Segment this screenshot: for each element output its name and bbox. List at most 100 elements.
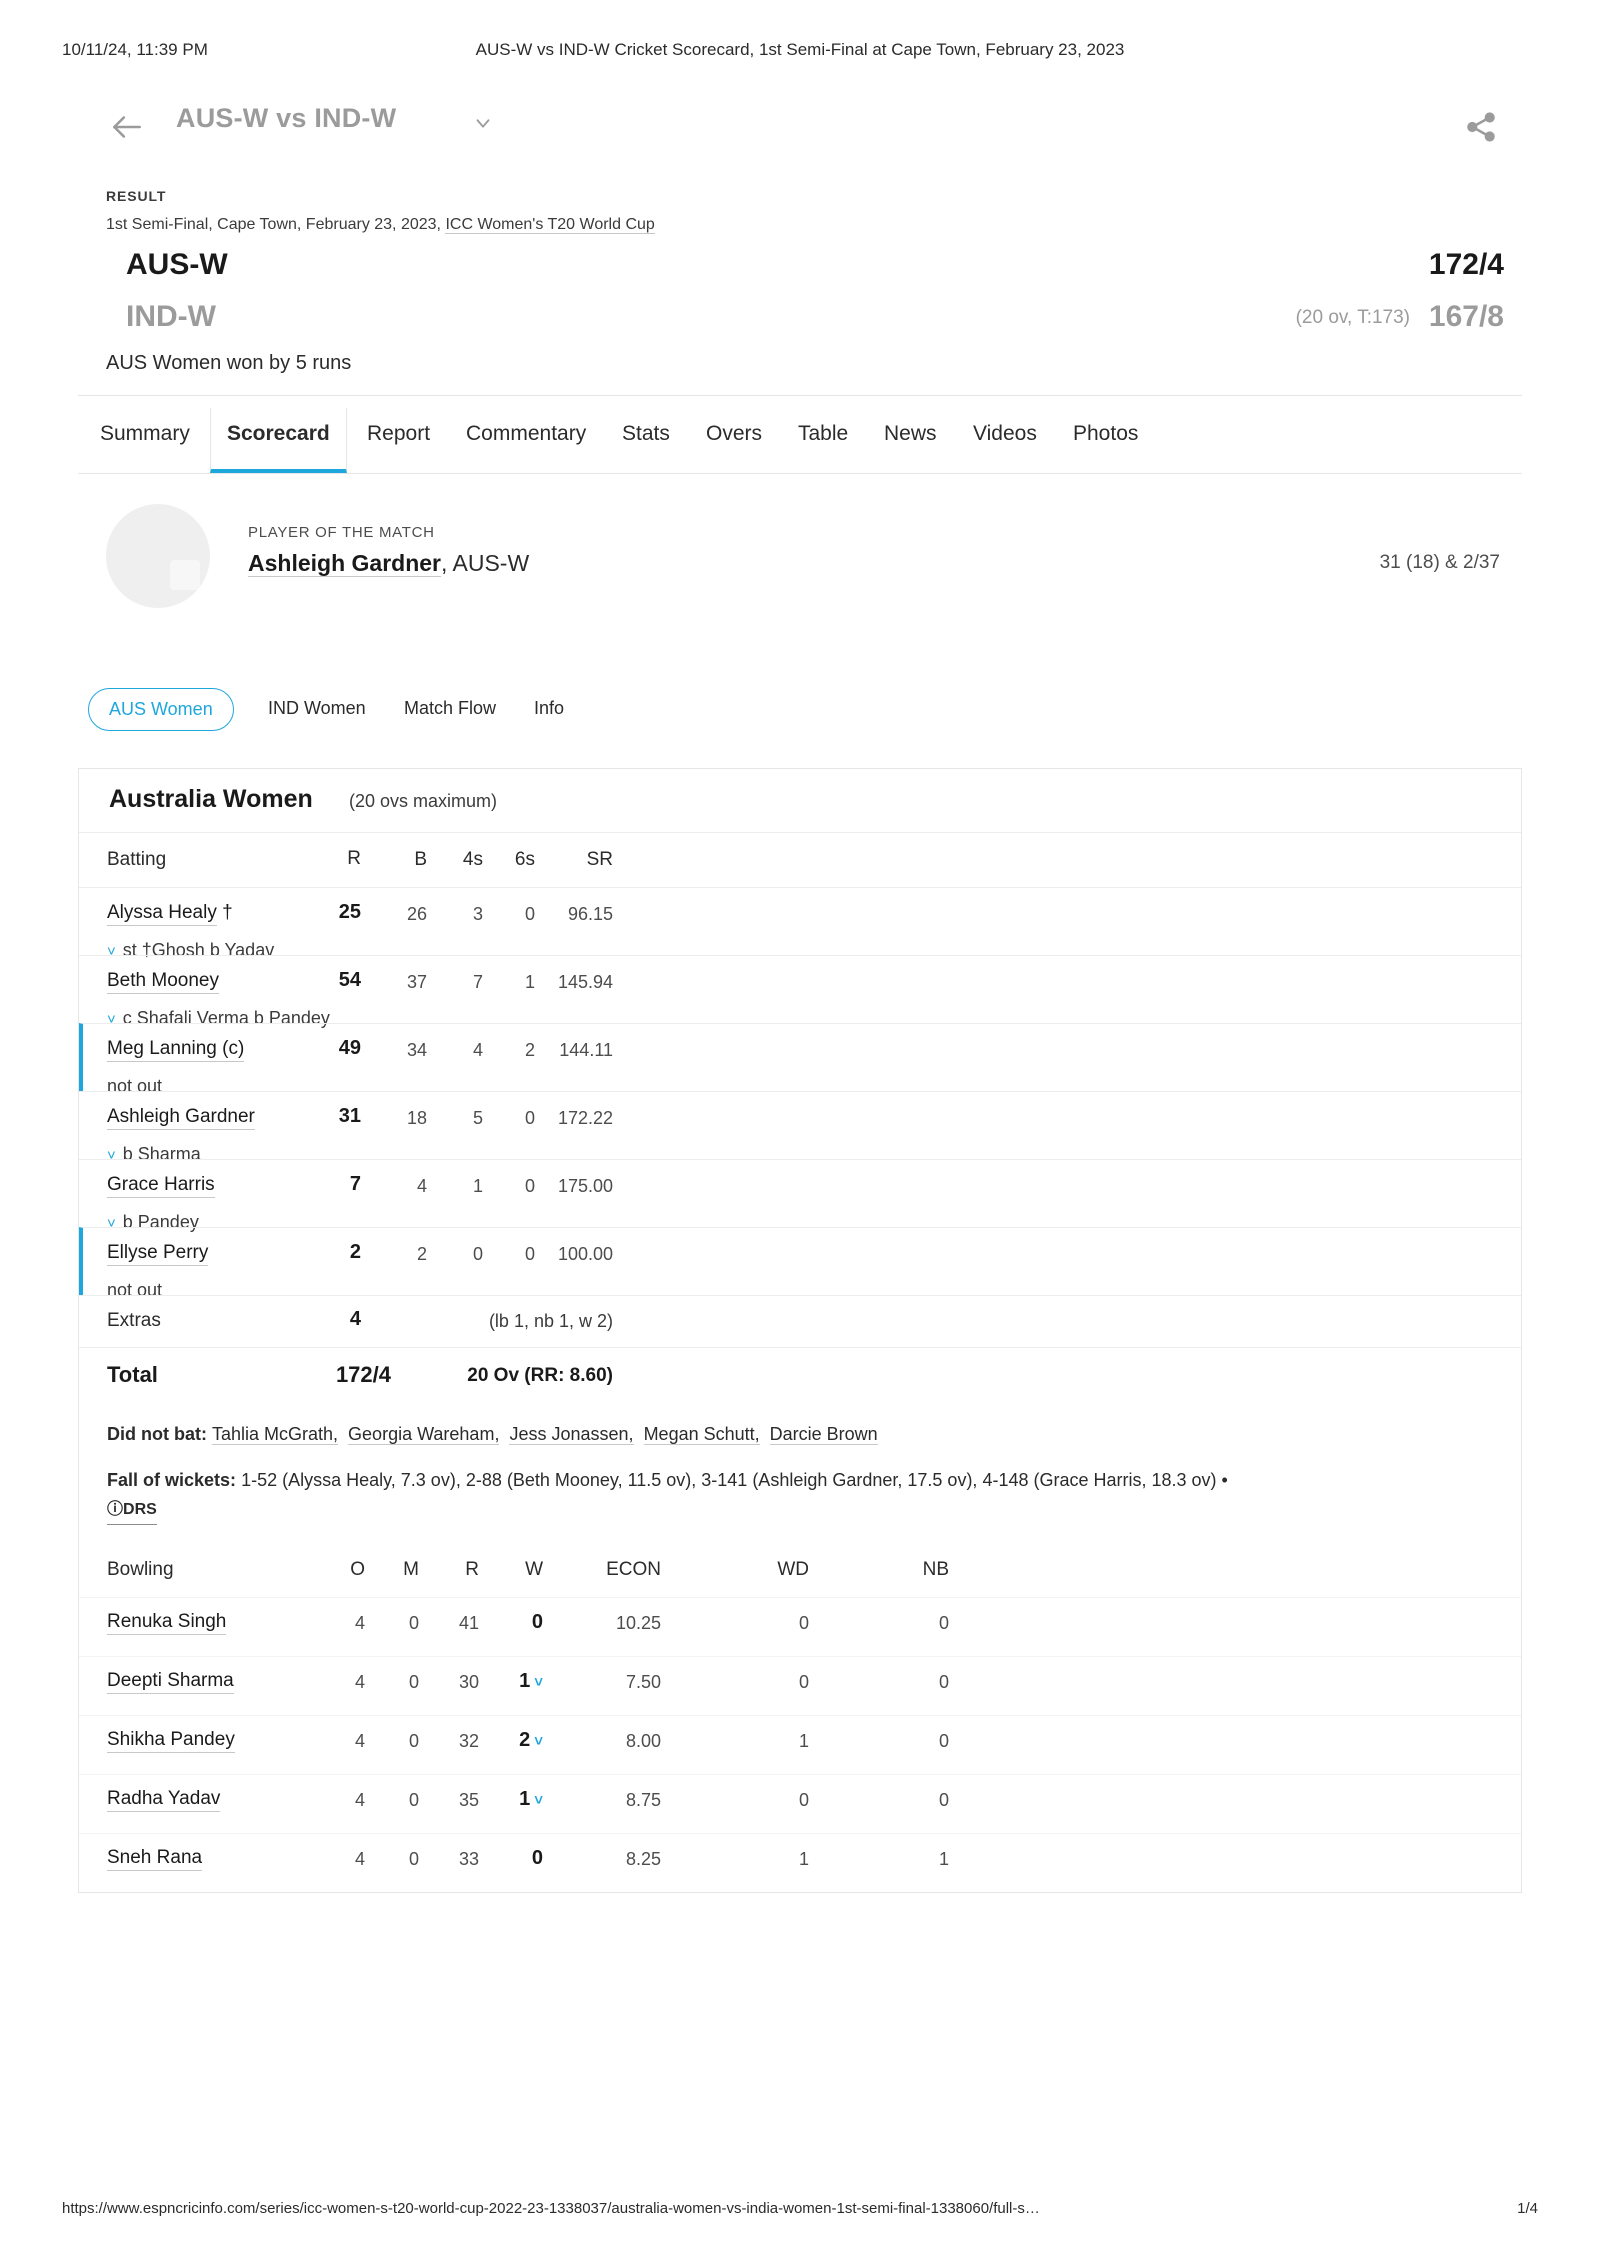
navbar: AUS-W vs IND-W [78, 96, 1522, 158]
batter-sixes: 0 [524, 1244, 535, 1264]
tab-stats[interactable]: Stats [606, 408, 686, 473]
chevron-down-icon[interactable] [472, 112, 494, 134]
batter-runs: 49 [338, 1037, 361, 1059]
innings-team-name: Australia Women [109, 785, 313, 813]
chevron-down-icon[interactable]: ˅ [534, 1674, 543, 1691]
drs-badge[interactable]: ⓘDRS [107, 1498, 157, 1525]
bowler-name[interactable]: Deepti Sharma [107, 1669, 234, 1694]
bowler-runs: 30 [458, 1671, 479, 1692]
batter-sixes: 0 [524, 1108, 535, 1128]
back-arrow-icon[interactable] [108, 108, 146, 146]
bowler-overs: 4 [354, 1848, 365, 1869]
batter-fours: 4 [472, 1040, 483, 1060]
print-page-title: AUS-W vs IND-W Cricket Scorecard, 1st Se… [475, 40, 1125, 59]
batter-balls: 37 [406, 972, 427, 992]
innings-pill-match-flow[interactable]: Match Flow [400, 688, 500, 729]
tab-commentary[interactable]: Commentary [450, 408, 602, 473]
bowler-wickets: 1 ˅ [519, 1787, 543, 1810]
chevron-down-icon[interactable]: ˅ [534, 1792, 543, 1809]
bowler-maidens: 0 [408, 1789, 419, 1810]
tab-videos[interactable]: Videos [957, 408, 1053, 473]
extras-value: 4 [349, 1308, 361, 1330]
innings-notes: Did not bat: Tahlia McGrath, Georgia War… [79, 1403, 1521, 1553]
batter-name[interactable]: Beth Mooney [107, 970, 219, 994]
bowler-runs: 33 [458, 1848, 479, 1869]
chevron-down-icon[interactable]: ˅ [534, 1733, 543, 1750]
bowler-name[interactable]: Shikha Pandey [107, 1728, 235, 1753]
avatar [106, 504, 210, 608]
fow-label: Fall of wickets: [107, 1469, 237, 1490]
bowler-noballs: 0 [938, 1789, 949, 1810]
did-not-bat-player[interactable]: Tahlia McGrath, [211, 1424, 339, 1445]
team-name-aus: AUS-W [126, 248, 228, 281]
batter-balls: 34 [406, 1040, 427, 1060]
result-subtitle-text: 1st Semi-Final, Cape Town, February 23, … [106, 216, 446, 233]
batter-balls: 4 [416, 1176, 427, 1196]
bowler-wickets: 1 ˅ [519, 1669, 543, 1692]
batter-name[interactable]: Meg Lanning (c) [107, 1038, 245, 1062]
share-icon[interactable] [1462, 108, 1500, 146]
bowler-runs: 41 [458, 1612, 479, 1633]
tab-overs[interactable]: Overs [690, 408, 778, 473]
bowler-runs: 35 [458, 1789, 479, 1810]
bowling-col-m: M [403, 1558, 419, 1580]
potm-figures: 31 (18) & 2/37 [1379, 552, 1500, 573]
did-not-bat-player[interactable]: Darcie Brown [769, 1424, 878, 1445]
match-tabs: Summary Scorecard Report Commentary Stats Ove… [78, 408, 1522, 474]
drs-label: DRS [123, 1500, 157, 1518]
bowler-wickets: 0 [531, 1610, 543, 1633]
bowler-econ: 8.25 [625, 1848, 661, 1869]
innings-pill-ind-women[interactable]: IND Women [264, 688, 370, 729]
tab-summary[interactable]: Summary [84, 408, 206, 473]
innings-pill-aus-women[interactable]: AUS Women [88, 688, 234, 731]
batter-name[interactable]: Alyssa Healy † [107, 902, 233, 926]
bowling-col-wd: WD [777, 1558, 809, 1580]
batter-sr: 100.00 [557, 1244, 613, 1264]
tab-table[interactable]: Table [782, 408, 864, 473]
series-link[interactable]: ICC Women's T20 World Cup [445, 216, 655, 234]
bowler-name[interactable]: Renuka Singh [107, 1610, 227, 1635]
tab-report[interactable]: Report [351, 408, 446, 473]
bowler-name[interactable]: Sneh Rana [107, 1846, 203, 1871]
bowling-col-nb: NB [922, 1558, 949, 1580]
batting-col-sr: SR [586, 849, 613, 870]
team-row-away: IND-W (20 ov, T:173) 167/8 [78, 300, 1522, 348]
total-detail: 20 Ov (RR: 8.60) [467, 1365, 613, 1386]
potm-team: , AUS-W [440, 550, 530, 576]
bowler-wickets: 2 ˅ [519, 1728, 543, 1751]
batter-name[interactable]: Grace Harris [107, 1174, 215, 1198]
did-not-bat-player[interactable]: Megan Schutt, [643, 1424, 760, 1445]
scorecard-header: Australia Women (20 ovs maximum) [79, 769, 1521, 833]
bowler-noballs: 0 [938, 1730, 949, 1751]
batter-fours: 5 [472, 1108, 483, 1128]
batter-runs: 54 [338, 969, 361, 991]
batter-balls: 18 [406, 1108, 427, 1128]
team-score-ind: 167/8 [1428, 300, 1504, 333]
batter-sixes: 1 [524, 972, 535, 992]
bowler-wides: 0 [798, 1612, 809, 1633]
did-not-bat-player[interactable]: Jess Jonassen, [509, 1424, 634, 1445]
team-overs-ind: (20 ov, T:173) [1295, 307, 1410, 328]
fow-text: 1-52 (Alyssa Healy, 7.3 ov), 2-88 (Beth … [241, 1469, 1228, 1490]
batter-runs: 7 [349, 1173, 361, 1195]
bowler-econ: 7.50 [625, 1671, 661, 1692]
bowler-econ: 8.75 [625, 1789, 661, 1810]
batter-runs: 2 [349, 1241, 361, 1263]
bowler-name[interactable]: Radha Yadav [107, 1787, 221, 1812]
innings-pill-info[interactable]: Info [530, 688, 568, 729]
did-not-bat-line: Did not bat: Tahlia McGrath, Georgia War… [107, 1421, 1493, 1449]
tab-photos[interactable]: Photos [1057, 408, 1154, 473]
print-page-number: 1/4 [1517, 2200, 1538, 2217]
batter-name[interactable]: Ellyse Perry [107, 1242, 209, 1266]
tab-scorecard[interactable]: Scorecard [210, 408, 347, 473]
did-not-bat-player[interactable]: Georgia Wareham, [348, 1424, 500, 1445]
team-name-ind: IND-W [126, 300, 216, 333]
tab-news[interactable]: News [868, 408, 953, 473]
scorecard-card: Australia Women (20 ovs maximum) Batting… [78, 768, 1522, 1893]
bowling-col-name: Bowling [107, 1558, 174, 1580]
batter-name[interactable]: Ashleigh Gardner [107, 1106, 255, 1130]
potm-player-link[interactable]: Ashleigh Gardner [248, 550, 441, 577]
navbar-title[interactable]: AUS-W vs IND-W [176, 103, 396, 134]
team-score-aus: 172/4 [1428, 248, 1504, 281]
batting-col-6s: 6s [514, 849, 535, 870]
